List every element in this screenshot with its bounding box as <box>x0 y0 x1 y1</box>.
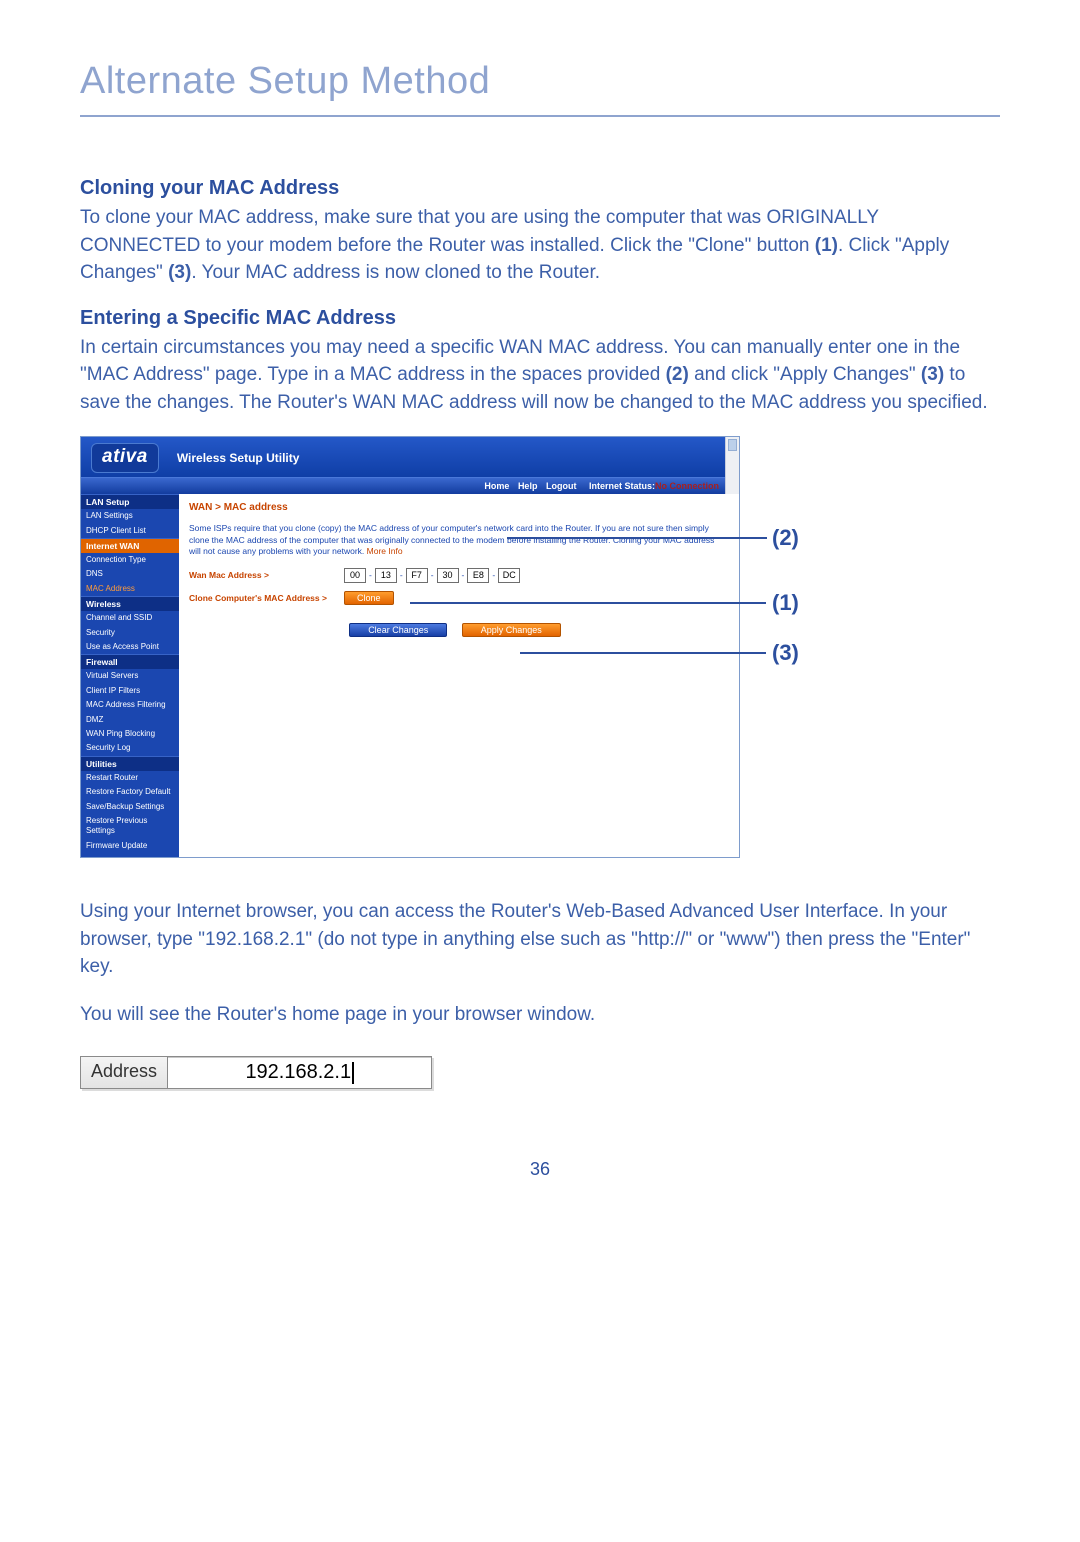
content-pane: WAN > MAC address Some ISPs require that… <box>179 494 739 857</box>
status-value: No Connection <box>655 481 719 491</box>
form-buttons: Clear Changes Apply Changes <box>189 623 721 637</box>
sidebar-section-header: Wireless <box>81 596 179 611</box>
sidebar-item[interactable]: Connection Type <box>81 553 179 567</box>
callout-3: (3) <box>772 640 799 666</box>
callout-2: (2) <box>772 525 799 551</box>
sidebar-item[interactable]: Client IP Filters <box>81 684 179 698</box>
address-bar: Address 192.168.2.1 <box>80 1056 432 1089</box>
after-p1: Using your Internet browser, you can acc… <box>80 898 1000 981</box>
page-number: 36 <box>80 1159 1000 1180</box>
sidebar-section-header: Firewall <box>81 654 179 669</box>
mac-separator: - <box>492 570 495 580</box>
wan-mac-label: Wan Mac Address > <box>189 570 344 580</box>
sidebar-item[interactable]: Restore Previous Settings <box>81 814 179 839</box>
after-p2: You will see the Router's home page in y… <box>80 1001 1000 1029</box>
t: . Your MAC address is now cloned to the … <box>191 262 600 283</box>
mac-octet-input[interactable] <box>344 568 366 583</box>
clone-label: Clone Computer's MAC Address > <box>189 593 344 603</box>
sidebar-item[interactable]: Channel and SSID <box>81 611 179 625</box>
address-bar-value[interactable]: 192.168.2.1 <box>168 1057 431 1088</box>
mac-separator: - <box>369 570 372 580</box>
sidebar-item[interactable]: Restart Router <box>81 771 179 785</box>
sidebar-item[interactable]: Save/Backup Settings <box>81 800 179 814</box>
sidebar-section-header: Internet WAN <box>81 538 179 553</box>
sidebar-item[interactable]: Restore Factory Default <box>81 785 179 799</box>
sidebar-item[interactable]: WAN Ping Blocking <box>81 727 179 741</box>
ref-2: (2) <box>666 364 689 385</box>
callout-line-3 <box>520 652 766 654</box>
sidebar-item[interactable]: Security <box>81 626 179 640</box>
router-ui-screenshot: ativa Wireless Setup Utility Home Help L… <box>80 436 740 858</box>
wan-mac-row: Wan Mac Address > - - - - - <box>189 568 721 583</box>
status-label: Internet Status: <box>589 481 655 491</box>
utility-title: Wireless Setup Utility <box>177 451 300 465</box>
home-link[interactable]: Home <box>484 481 509 491</box>
sidebar-item[interactable]: Virtual Servers <box>81 669 179 683</box>
sidebar-section-header: Utilities <box>81 756 179 771</box>
mac-separator: - <box>462 570 465 580</box>
sidebar-item[interactable]: Firmware Update <box>81 839 179 853</box>
t: and click "Apply Changes" <box>689 364 921 385</box>
sidebar-item[interactable]: MAC Address Filtering <box>81 698 179 712</box>
sidebar-item[interactable]: Use as Access Point <box>81 640 179 654</box>
mac-octet-input[interactable] <box>375 568 397 583</box>
callout-1: (1) <box>772 590 799 616</box>
description-text: Some ISPs require that you clone (copy) … <box>189 523 721 557</box>
section-heading-entering: Entering a Specific MAC Address <box>80 307 1000 330</box>
mac-octet-input[interactable] <box>498 568 520 583</box>
desc: Some ISPs require that you clone (copy) … <box>189 523 714 556</box>
logo-text: ativa <box>102 446 148 467</box>
mac-separator: - <box>400 570 403 580</box>
sidebar-item[interactable]: DHCP Client List <box>81 524 179 538</box>
sidebar-item[interactable]: DNS <box>81 567 179 581</box>
address-bar-label: Address <box>81 1057 168 1088</box>
logo: ativa <box>91 443 159 473</box>
sidebar: LAN SetupLAN SettingsDHCP Client ListInt… <box>81 494 179 857</box>
sidebar-item-active[interactable]: MAC Address <box>81 582 179 596</box>
section1-paragraph: To clone your MAC address, make sure tha… <box>80 204 1000 287</box>
top-toolbar: Home Help Logout Internet Status:No Conn… <box>81 477 739 494</box>
clone-button[interactable]: Clone <box>344 591 394 605</box>
sidebar-item[interactable]: Security Log <box>81 741 179 755</box>
mac-octet-input[interactable] <box>467 568 489 583</box>
browser-window: ativa Wireless Setup Utility Home Help L… <box>80 436 740 858</box>
mac-octet-input[interactable] <box>437 568 459 583</box>
callout-line-1 <box>410 602 766 604</box>
ui-header: ativa Wireless Setup Utility <box>81 437 739 477</box>
sidebar-item[interactable]: LAN Settings <box>81 509 179 523</box>
mac-inputs: ----- <box>344 568 520 583</box>
logout-link[interactable]: Logout <box>546 481 577 491</box>
breadcrumb: WAN > MAC address <box>189 502 721 513</box>
ui-body: LAN SetupLAN SettingsDHCP Client ListInt… <box>81 494 739 857</box>
section2-paragraph: In certain circumstances you may need a … <box>80 334 1000 417</box>
section-heading-cloning: Cloning your MAC Address <box>80 177 1000 200</box>
help-link[interactable]: Help <box>518 481 538 491</box>
apply-changes-button[interactable]: Apply Changes <box>462 623 561 637</box>
t: To clone your MAC address, make sure tha… <box>80 207 879 256</box>
page-title: Alternate Setup Method <box>80 60 1000 117</box>
ref-3: (3) <box>168 262 191 283</box>
callout-line-2 <box>507 537 767 539</box>
sidebar-section-header: LAN Setup <box>81 494 179 509</box>
sidebar-item[interactable]: DMZ <box>81 713 179 727</box>
ref-1: (1) <box>815 235 838 256</box>
ref-3b: (3) <box>921 364 944 385</box>
mac-separator: - <box>431 570 434 580</box>
more-info-link[interactable]: More Info <box>367 546 403 556</box>
clear-changes-button[interactable]: Clear Changes <box>349 623 447 637</box>
mac-octet-input[interactable] <box>406 568 428 583</box>
